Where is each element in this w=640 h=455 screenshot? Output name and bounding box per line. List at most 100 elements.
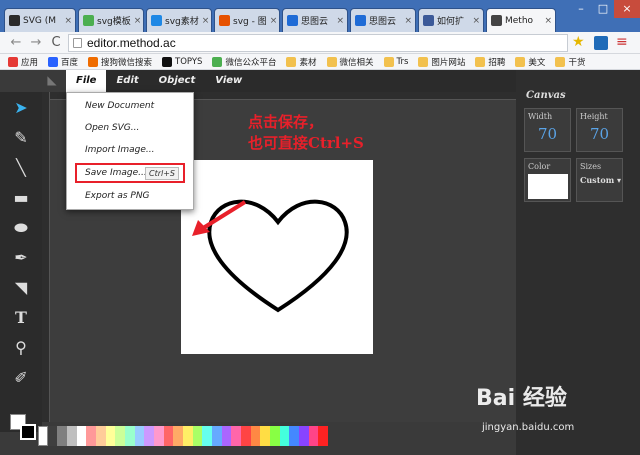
rectangle-tool-icon[interactable]: ▬: [9, 186, 33, 210]
minimize-icon[interactable]: –: [570, 0, 592, 18]
palette-swatch[interactable]: [67, 426, 77, 446]
height-field[interactable]: Height 70: [576, 108, 623, 152]
palette-swatch[interactable]: [308, 426, 319, 446]
tab-close-icon[interactable]: ×: [64, 16, 75, 26]
no-color-swatch[interactable]: [38, 426, 48, 446]
tab-3[interactable]: svg素材 ×: [146, 8, 212, 32]
palette-swatch[interactable]: [183, 426, 193, 446]
palette-swatch[interactable]: [279, 426, 290, 446]
palette-swatch[interactable]: [231, 426, 242, 446]
bookmark-topys[interactable]: TOPYS: [162, 56, 202, 67]
back-icon[interactable]: ←: [8, 35, 24, 51]
tab-6[interactable]: 思图云 ×: [350, 8, 416, 32]
bookmark-folder[interactable]: 微信相关: [326, 56, 374, 68]
pen-tool-icon[interactable]: ✒: [9, 246, 33, 270]
eyedropper-tool-icon[interactable]: ✐: [9, 366, 33, 390]
bookmark-folder[interactable]: 干货: [555, 56, 585, 68]
zoom-tool-icon[interactable]: ⚲: [9, 336, 33, 360]
menu-import-image[interactable]: Import Image...: [85, 145, 155, 155]
menu-file[interactable]: File: [66, 70, 107, 92]
browser-menu-icon[interactable]: ≡: [616, 34, 628, 50]
menu-export-png[interactable]: Export as PNG: [85, 191, 150, 201]
tab-close-icon[interactable]: ×: [404, 16, 415, 26]
maximize-icon[interactable]: □: [592, 0, 614, 18]
menu-save-image[interactable]: Save Image...: [85, 168, 147, 178]
palette-swatch[interactable]: [173, 426, 184, 446]
palette-swatch[interactable]: [202, 426, 213, 446]
bookmark-folder[interactable]: 图片网站: [418, 56, 465, 68]
palette-swatch[interactable]: [299, 426, 309, 446]
bookmark-baidu[interactable]: 百度: [48, 56, 78, 68]
reload-icon[interactable]: C: [48, 35, 64, 51]
tab-close-icon[interactable]: ×: [270, 16, 279, 26]
forward-icon[interactable]: →: [28, 35, 44, 51]
palette-swatch[interactable]: [47, 426, 58, 446]
pencil-tool-icon[interactable]: ✎: [9, 126, 33, 150]
color-field[interactable]: Color: [524, 158, 571, 202]
line-tool-icon[interactable]: ╲: [9, 156, 33, 180]
menu-object[interactable]: Object: [149, 70, 206, 92]
sizes-select[interactable]: Custom ▾: [580, 175, 621, 185]
palette-swatch[interactable]: [250, 426, 261, 446]
palette-swatch[interactable]: [192, 426, 203, 446]
palette-swatch[interactable]: [318, 426, 329, 446]
palette-swatch[interactable]: [96, 426, 106, 446]
bookmark-star-icon[interactable]: ★: [572, 34, 585, 50]
tab-close-icon[interactable]: ×: [336, 16, 347, 26]
canvas-color-swatch[interactable]: [528, 174, 568, 199]
bookmark-folder[interactable]: Trs: [383, 56, 408, 67]
bookmark-folder[interactable]: 素材: [286, 56, 317, 68]
palette-swatch[interactable]: [221, 426, 232, 446]
tab-close-icon[interactable]: ×: [544, 16, 555, 26]
ellipse-tool-icon[interactable]: ⬬: [9, 216, 33, 240]
tab-7[interactable]: 如何扩 ×: [418, 8, 484, 32]
sizes-field[interactable]: Sizes Custom ▾: [576, 158, 623, 202]
menu-open-svg[interactable]: Open SVG...: [85, 123, 139, 133]
shape-library-icon[interactable]: ◥: [9, 276, 33, 300]
stroke-color-swatch[interactable]: [20, 424, 36, 440]
palette-swatch[interactable]: [134, 426, 145, 446]
palette-swatch[interactable]: [105, 426, 116, 446]
tab-favicon-icon: [423, 15, 434, 26]
palette-swatch[interactable]: [260, 426, 271, 446]
artboard[interactable]: [181, 160, 373, 354]
tab-5[interactable]: 思图云 ×: [282, 8, 348, 32]
folder-icon: [286, 56, 297, 67]
tab-label: 思图云: [369, 17, 397, 27]
bookmark-wechat[interactable]: 微信公众平台: [212, 56, 276, 68]
tab-close-icon[interactable]: ×: [134, 16, 143, 26]
close-window-icon[interactable]: ×: [614, 0, 640, 18]
tab-close-icon[interactable]: ×: [472, 16, 483, 26]
bookmark-apps[interactable]: 应用: [8, 56, 38, 68]
bookmark-sogou[interactable]: 搜狗微信搜索: [88, 56, 152, 68]
palette-swatch[interactable]: [270, 426, 280, 446]
palette-swatch[interactable]: [115, 426, 126, 446]
bookmark-folder[interactable]: 招聘: [475, 56, 505, 68]
text-tool-icon[interactable]: T: [9, 306, 33, 330]
palette-swatch[interactable]: [125, 426, 135, 446]
tab-1[interactable]: SVG (M ×: [4, 8, 76, 32]
select-tool-icon[interactable]: ➤: [9, 96, 33, 120]
tab-2[interactable]: svg模板 ×: [78, 8, 144, 32]
bookmark-folder[interactable]: 美文: [515, 56, 545, 68]
palette-swatch[interactable]: [212, 426, 222, 446]
palette-swatch[interactable]: [86, 426, 97, 446]
tab-close-icon[interactable]: ×: [202, 16, 211, 26]
palette-swatch[interactable]: [144, 426, 155, 446]
bookmark-label: 搜狗微信搜索: [101, 57, 153, 68]
palette-swatch[interactable]: [76, 426, 87, 446]
extension-icon[interactable]: [594, 36, 608, 50]
palette-swatch[interactable]: [57, 426, 68, 446]
menu-new-document[interactable]: New Document: [85, 101, 154, 111]
palette-swatch[interactable]: [154, 426, 164, 446]
tab-active[interactable]: Metho ×: [486, 8, 556, 32]
palette-swatch[interactable]: [163, 426, 174, 446]
width-field[interactable]: Width 70: [524, 108, 571, 152]
address-bar[interactable]: editor.method.ac: [68, 34, 568, 52]
menu-view[interactable]: View: [205, 70, 252, 92]
palette-swatch[interactable]: [241, 426, 251, 446]
tab-4[interactable]: svg - 图 ×: [214, 8, 280, 32]
sizes-value: Custom: [580, 175, 615, 185]
palette-swatch[interactable]: [289, 426, 300, 446]
menu-edit[interactable]: Edit: [106, 70, 148, 92]
